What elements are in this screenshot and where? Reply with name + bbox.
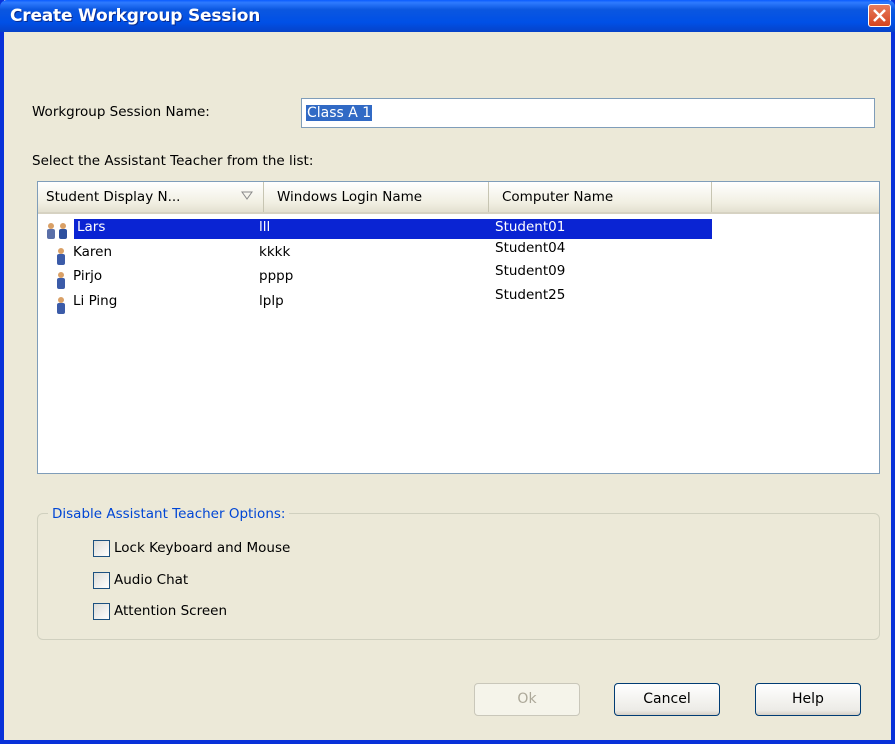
lock-keyboard-checkbox[interactable] xyxy=(93,540,110,557)
display-name-cell: Li Ping xyxy=(73,293,118,309)
session-name-input[interactable]: Class A 1 xyxy=(301,98,875,128)
login-cell: lll xyxy=(259,219,271,235)
help-button[interactable]: Help xyxy=(755,683,861,716)
list-row-karen[interactable]: Karen kkkk Student04 xyxy=(38,240,712,268)
login-cell: lplp xyxy=(259,293,284,309)
create-workgroup-dialog: Create Workgroup Session Workgroup Sessi… xyxy=(0,0,895,744)
user-icon xyxy=(57,248,65,265)
column-header-label: Windows Login Name xyxy=(277,189,423,205)
session-name-value: Class A 1 xyxy=(306,105,373,121)
login-cell: kkkk xyxy=(259,244,291,260)
list-row-lars[interactable]: Lars lll Student01 xyxy=(38,219,712,243)
title-bar[interactable]: Create Workgroup Session xyxy=(0,0,895,32)
display-name-cell: Pirjo xyxy=(73,268,103,284)
login-cell: pppp xyxy=(259,268,294,284)
options-legend: Disable Assistant Teacher Options: xyxy=(48,506,290,522)
column-header-label: Computer Name xyxy=(502,189,614,205)
user-icon xyxy=(57,272,65,289)
column-header-display-name[interactable]: Student Display N... xyxy=(38,182,264,212)
list-header: Student Display N... Windows Login Name … xyxy=(38,182,879,214)
computer-cell: Student01 xyxy=(495,219,566,235)
attention-screen-label[interactable]: Attention Screen xyxy=(114,603,227,619)
computer-cell: Student25 xyxy=(495,287,566,303)
cancel-button[interactable]: Cancel xyxy=(614,683,720,716)
computer-cell: Student04 xyxy=(495,240,566,256)
list-prompt: Select the Assistant Teacher from the li… xyxy=(32,153,314,169)
computer-cell: Student09 xyxy=(495,263,566,279)
lock-keyboard-label[interactable]: Lock Keyboard and Mouse xyxy=(114,540,290,556)
audio-chat-label[interactable]: Audio Chat xyxy=(114,572,188,588)
student-list[interactable]: Student Display N... Windows Login Name … xyxy=(37,181,880,474)
close-icon xyxy=(873,9,886,22)
user-icon xyxy=(57,297,65,314)
dialog-title: Create Workgroup Session xyxy=(10,6,261,26)
column-header-login[interactable]: Windows Login Name xyxy=(264,182,489,212)
list-row-li-ping[interactable]: Li Ping lplp Student25 xyxy=(38,287,712,317)
ok-button[interactable]: Ok xyxy=(474,683,580,716)
attention-screen-checkbox[interactable] xyxy=(93,603,110,620)
list-row-pirjo[interactable]: Pirjo pppp Student09 xyxy=(38,263,712,292)
audio-chat-checkbox[interactable] xyxy=(93,572,110,589)
close-button[interactable] xyxy=(868,4,891,27)
selection-highlight xyxy=(74,219,712,239)
sort-down-icon xyxy=(241,191,253,200)
display-name-cell: Lars xyxy=(77,219,106,235)
display-name-cell: Karen xyxy=(73,244,113,260)
column-header-computer[interactable]: Computer Name xyxy=(489,182,712,212)
session-name-label: Workgroup Session Name: xyxy=(32,104,210,120)
group-users-icon xyxy=(47,223,67,239)
column-header-label: Student Display N... xyxy=(46,189,181,205)
